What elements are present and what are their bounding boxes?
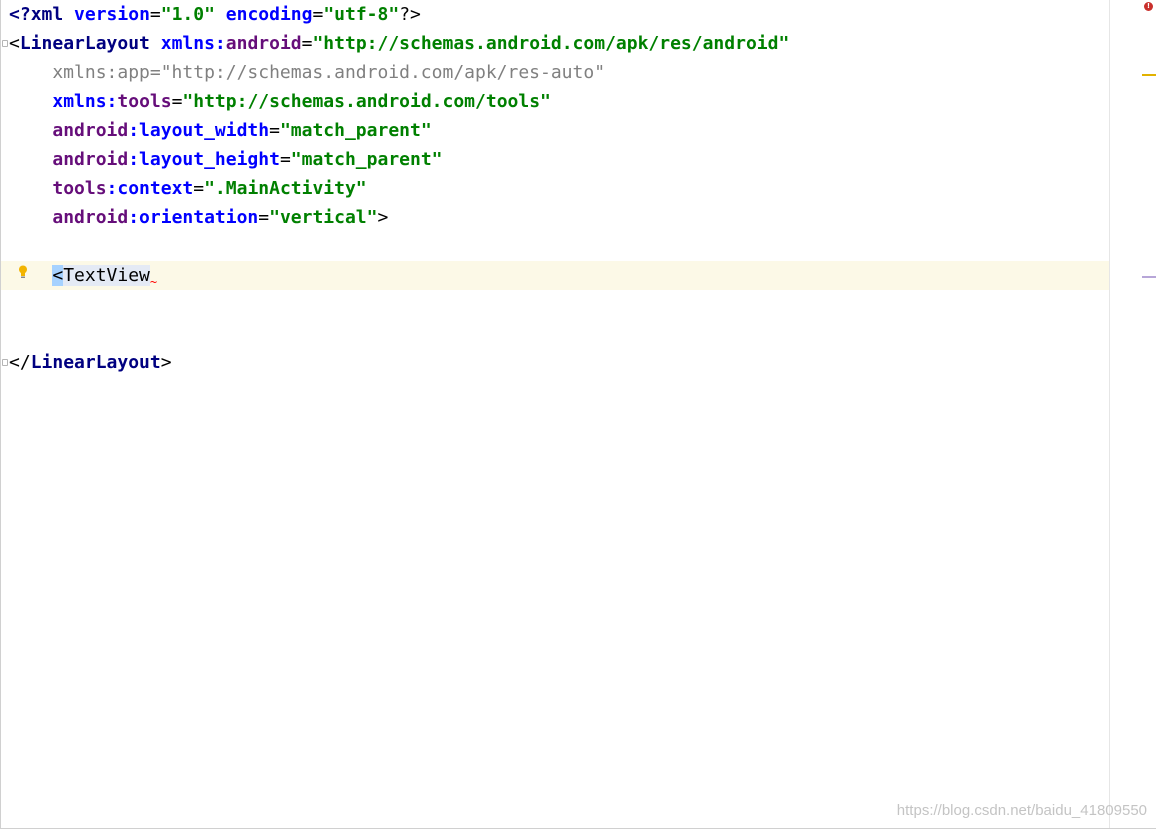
code-line[interactable]: xmlns:app="http://schemas.android.com/ap… bbox=[1, 58, 1107, 87]
code-token: > bbox=[160, 352, 172, 373]
code-token: = bbox=[258, 207, 270, 228]
code-token: :orientation bbox=[128, 207, 259, 228]
code-token: < bbox=[52, 265, 64, 286]
code-line[interactable]: android:orientation="vertical"> bbox=[1, 203, 1107, 232]
code-token: = bbox=[171, 91, 183, 112]
code-token: < bbox=[9, 33, 20, 54]
code-token: xml bbox=[30, 4, 75, 25]
watermark: https://blog.csdn.net/baidu_41809550 bbox=[896, 802, 1147, 819]
code-token: version bbox=[74, 4, 150, 25]
code-token: "match_parent" bbox=[279, 120, 432, 141]
code-line[interactable]: android:layout_width="match_parent" bbox=[1, 116, 1107, 145]
code-token: tools bbox=[52, 178, 107, 199]
code-line-current[interactable]: <TextView~ bbox=[1, 261, 1155, 290]
code-token: :layout_width bbox=[128, 120, 270, 141]
fold-marker-open[interactable] bbox=[2, 40, 8, 47]
code-line[interactable]: <LinearLayout xmlns:android="http://sche… bbox=[1, 29, 1107, 58]
code-token: xmlns: bbox=[160, 33, 226, 54]
warning-marker[interactable] bbox=[1142, 74, 1156, 76]
code-token: :layout_height bbox=[128, 149, 280, 170]
code-token: "http://schemas.android.com/tools" bbox=[182, 91, 551, 112]
code-line[interactable]: <?xml version="1.0" encoding="utf-8"?> bbox=[1, 0, 1107, 29]
caret-line-marker[interactable] bbox=[1142, 276, 1156, 278]
code-line[interactable]: xmlns:tools="http://schemas.android.com/… bbox=[1, 87, 1107, 116]
code-token: "1.0" bbox=[160, 4, 215, 25]
code-token: "http://schemas.android.com/apk/res/andr… bbox=[312, 33, 790, 54]
code-token: xmlns: bbox=[52, 91, 118, 112]
code-line[interactable]: tools:context=".MainActivity" bbox=[1, 174, 1107, 203]
code-token: TextView bbox=[63, 265, 150, 286]
code-token: LinearLayout bbox=[30, 352, 161, 373]
code-token: android bbox=[52, 149, 129, 170]
code-line[interactable]: </LinearLayout> bbox=[1, 348, 1107, 377]
code-token: "vertical" bbox=[269, 207, 378, 228]
code-line[interactable]: android:layout_height="match_parent" bbox=[1, 145, 1107, 174]
code-token: android bbox=[52, 120, 129, 141]
code-token: = bbox=[269, 120, 280, 141]
code-line[interactable] bbox=[1, 232, 1107, 261]
code-token: android bbox=[52, 207, 129, 228]
code-token: </ bbox=[9, 352, 31, 373]
code-token: = bbox=[301, 33, 313, 54]
fold-marker-close[interactable] bbox=[2, 359, 8, 366]
code-token: xmlns:app="http://schemas.android.com/ap… bbox=[9, 62, 606, 83]
code-token: "utf-8" bbox=[323, 4, 400, 25]
code-editor[interactable]: <?xml version="1.0" encoding="utf-8"?> <L… bbox=[0, 0, 1156, 829]
code-line[interactable] bbox=[1, 319, 1107, 348]
code-token: ".MainActivity" bbox=[204, 178, 367, 199]
code-token: :context bbox=[106, 178, 194, 199]
code-token: > bbox=[377, 207, 389, 228]
code-token: <? bbox=[9, 4, 31, 25]
code-token: = bbox=[193, 178, 205, 199]
code-token: = bbox=[312, 4, 324, 25]
error-icon[interactable]: ! bbox=[1144, 2, 1153, 11]
code-token: LinearLayout bbox=[19, 33, 161, 54]
code-token: android bbox=[225, 33, 302, 54]
code-token: ?> bbox=[399, 4, 421, 25]
lightbulb-icon[interactable] bbox=[18, 265, 28, 279]
code-line[interactable] bbox=[1, 290, 1107, 319]
code-token: encoding bbox=[225, 4, 313, 25]
code-token: = bbox=[149, 4, 161, 25]
code-token: = bbox=[279, 149, 291, 170]
code-token: "match_parent" bbox=[290, 149, 443, 170]
error-stripe[interactable] bbox=[1109, 0, 1156, 828]
code-token: tools bbox=[117, 91, 172, 112]
error-squiggle: ~ bbox=[149, 275, 158, 289]
